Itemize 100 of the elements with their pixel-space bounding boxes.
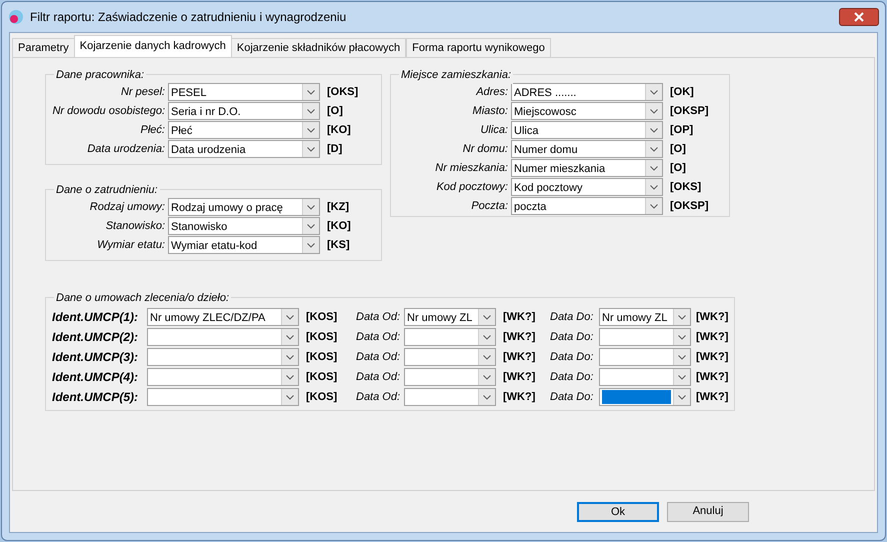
field-code: [OKS] [670,180,702,195]
chevron-down-icon [650,90,658,94]
dialog-button[interactable]: Anuluj [667,502,749,522]
dropdown[interactable] [147,348,299,366]
field-code: [WK?] [696,310,728,325]
dropdown[interactable] [404,348,496,366]
field-code: [O] [670,142,686,157]
chevron-down-icon [650,108,658,114]
tab[interactable]: Forma raportu wynikowego [406,38,551,57]
chevron-down-icon [307,90,315,94]
close-button[interactable] [839,8,879,26]
dropdown[interactable]: Nr umowy ZLEC/DZ/PA [147,308,299,326]
dropdown[interactable]: Numer domu [511,140,663,158]
dialog-button[interactable]: Ok [577,502,659,522]
field-code: [KOS] [306,330,338,345]
field-label: Nr dowodu osobistego: [52,104,165,119]
field-code: [WK?] [696,370,728,385]
dropdown[interactable]: Stanowisko [168,217,320,235]
chevron-down-icon [307,146,315,152]
chevron-down-icon [483,394,491,400]
field-label: Data Do: [550,350,594,365]
chevron-down-icon [678,374,686,380]
dropdown[interactable]: Nr umowy ZL [404,308,496,326]
chevron-down-icon [650,204,658,208]
field-label: Ident.UMCP(4): [52,369,139,386]
dropdown[interactable] [599,368,691,386]
field-label: Data Do: [550,310,594,325]
dropdown[interactable] [599,328,691,346]
dropdown[interactable] [404,368,496,386]
field-label: Data Od: [356,310,402,325]
field-code: [WK?] [696,350,728,365]
dropdown[interactable] [404,388,496,406]
field-code: [WK?] [503,350,536,365]
chevron-down-icon [483,374,491,380]
dropdown[interactable]: Ulica [511,121,663,139]
dropdown[interactable]: Nr umowy ZL [599,308,691,326]
dropdown[interactable]: Kod pocztowy [511,178,663,196]
field-code: [KOS] [306,310,338,325]
field-label: Nr pesel: [120,84,165,100]
tab[interactable]: Kojarzenie składników płacowych [230,38,406,57]
group-title: Miejsce zamieszkania: [399,67,514,84]
field-code: [OKSP] [670,198,708,214]
dropdown[interactable]: ADRES ....... [511,83,663,101]
field-code: [WK?] [503,330,536,345]
tab[interactable]: Parametry [12,38,75,57]
dropdown[interactable] [599,348,691,366]
app-icon [8,9,24,25]
dropdown[interactable] [147,388,299,406]
chevron-down-icon [286,334,294,340]
chevron-down-icon [678,394,686,400]
window-title: Filtr raportu: Zaświadczenie o zatrudnieniu i wynagrodzeniu [30,9,346,26]
field-code: [OP] [670,122,694,138]
field-label: Rodzaj umowy: [90,200,165,215]
field-label: Adres: [476,84,508,100]
field-code: [KS] [327,238,350,253]
chevron-down-icon [483,334,491,340]
field-label: Kod pocztowy: [436,180,508,195]
chevron-down-icon [286,374,294,380]
chevron-down-icon [286,354,294,360]
field-code: [KOS] [306,370,338,385]
chevron-down-icon [307,108,315,114]
field-label: Ident.UMCP(2): [52,329,139,346]
chevron-down-icon [678,334,686,340]
field-label: Płeć: [140,122,165,138]
chevron-down-icon [286,314,294,320]
group-title: Dane pracownika: [54,67,146,84]
dropdown[interactable]: PESEL [168,83,320,101]
dropdown[interactable]: Data urodzenia [168,140,320,158]
field-code: [OK] [670,84,694,100]
chevron-down-icon [307,224,315,228]
dropdown[interactable] [599,388,691,406]
chevron-down-icon [678,354,686,360]
field-label: Data Od: [356,350,402,365]
dropdown[interactable]: Płeć [168,121,320,139]
field-label: Data Od: [356,330,402,345]
field-code: [D] [327,142,342,157]
chevron-down-icon [307,128,315,132]
chevron-down-icon [307,204,315,210]
dropdown[interactable]: Rodzaj umowy o pracę [168,198,320,216]
field-label: Data Do: [550,390,594,405]
chevron-down-icon [483,354,491,360]
dropdown[interactable] [147,368,299,386]
dropdown[interactable]: Miejscowosc [511,102,663,120]
dropdown[interactable] [147,328,299,346]
dropdown[interactable] [404,328,496,346]
tab[interactable]: Kojarzenie danych kadrowych [74,35,232,57]
dropdown[interactable]: Wymiar etatu-kod [168,236,320,254]
field-code: [OKSP] [670,104,708,119]
field-label: Nr domu: [462,142,508,157]
field-code: [O] [670,160,686,176]
field-label: Wymiar etatu: [97,238,165,253]
close-icon [854,12,864,22]
field-label: Poczta: [471,198,508,214]
field-code: [OKS] [327,84,358,100]
dropdown[interactable]: Numer mieszkania [511,159,663,177]
dropdown[interactable]: poczta [511,197,663,215]
dropdown[interactable]: Seria i nr D.O. [168,102,320,120]
chevron-down-icon [483,314,491,320]
chevron-down-icon [286,394,294,400]
chevron-down-icon [650,128,658,132]
